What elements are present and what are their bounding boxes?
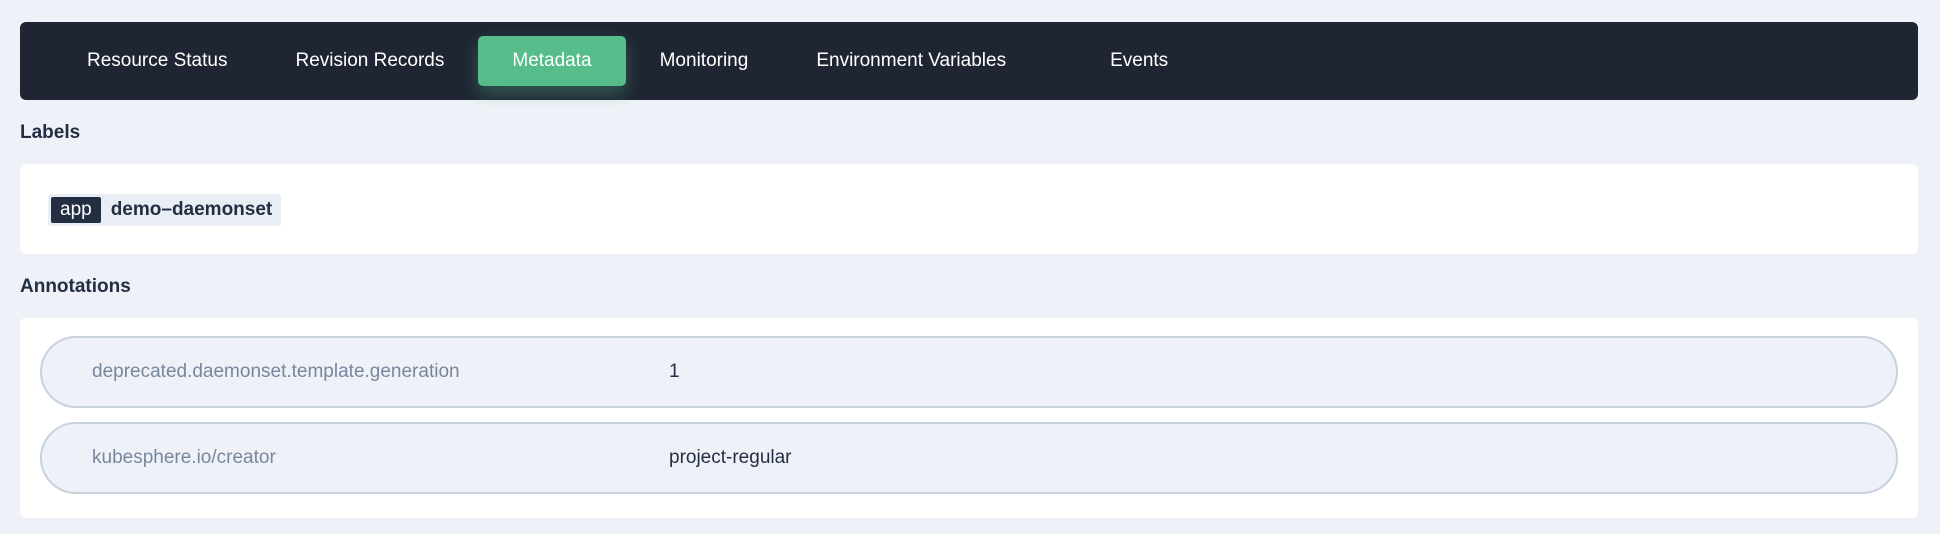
annotations-card: deprecated.daemonset.template.generation… — [20, 318, 1918, 518]
tab-metadata[interactable]: Metadata — [478, 36, 626, 86]
tab-resource-status[interactable]: Resource Status — [53, 36, 261, 86]
annotation-row: kubesphere.io/creator project-regular — [40, 422, 1898, 494]
label-key: app — [51, 197, 101, 223]
annotation-row: deprecated.daemonset.template.generation… — [40, 336, 1898, 408]
tab-environment-variables[interactable]: Environment Variables — [782, 36, 1076, 86]
annotation-value: 1 — [669, 361, 680, 382]
tab-revision-records[interactable]: Revision Records — [261, 36, 478, 86]
label-tag: app demo–daemonset — [48, 194, 282, 226]
annotations-section-title: Annotations — [20, 276, 131, 297]
tab-monitoring[interactable]: Monitoring — [626, 36, 783, 86]
detail-tab-bar: Resource Status Revision Records Metadat… — [20, 22, 1918, 100]
annotation-value: project-regular — [669, 447, 792, 468]
tab-events[interactable]: Events — [1076, 36, 1202, 86]
annotation-key: kubesphere.io/creator — [92, 447, 276, 468]
annotation-key: deprecated.daemonset.template.generation — [92, 361, 460, 382]
labels-card: app demo–daemonset — [20, 164, 1918, 254]
label-value: demo–daemonset — [110, 199, 273, 220]
labels-section-title: Labels — [20, 122, 81, 143]
